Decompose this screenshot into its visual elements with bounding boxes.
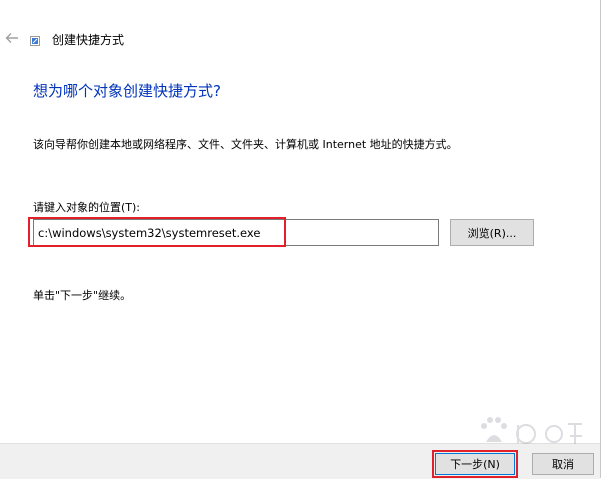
browse-button[interactable]: 浏览(R)...: [450, 219, 534, 246]
page-heading: 想为哪个对象创建快捷方式?: [33, 82, 221, 100]
wizard-description: 该向导帮你创建本地或网络程序、文件、文件夹、计算机或 Internet 地址的快…: [33, 138, 458, 151]
annotation-highlight-input: [28, 217, 286, 247]
cancel-button[interactable]: 取消: [532, 453, 594, 475]
window-title: 创建快捷方式: [52, 33, 125, 47]
back-arrow-icon[interactable]: [4, 30, 20, 46]
shortcut-icon: [30, 36, 40, 46]
continue-hint: 单击"下一步"继续。: [33, 289, 132, 302]
window-edge: [600, 0, 601, 478]
annotation-highlight-next: [432, 450, 518, 478]
location-label: 请键入对象的位置(T):: [33, 201, 141, 214]
watermark-logo: [481, 417, 582, 444]
